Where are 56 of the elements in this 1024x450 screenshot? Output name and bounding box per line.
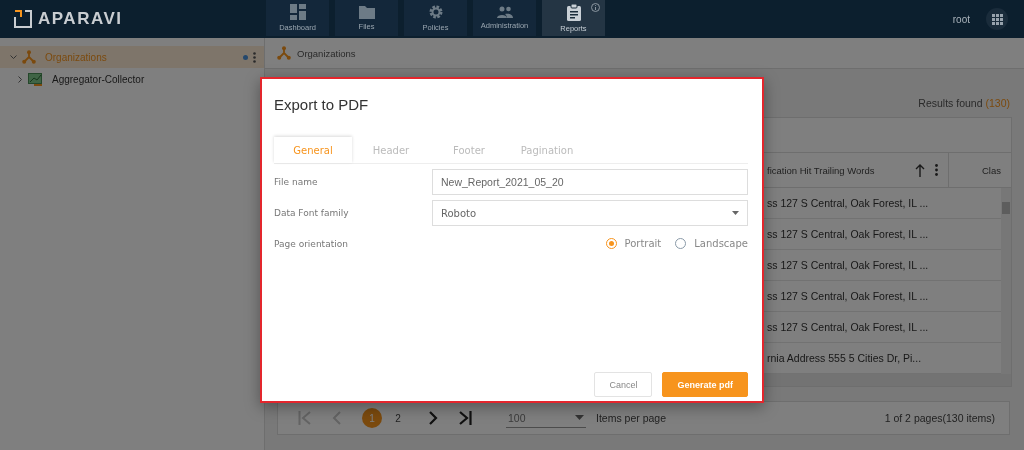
table-cell: ss 127 S Central, Oak Forest, IL ... [767, 290, 929, 302]
field-label: File name [274, 177, 319, 187]
chevron-down-icon[interactable] [10, 54, 17, 60]
more-icon[interactable] [253, 51, 256, 63]
hierarchy-icon [277, 46, 291, 60]
dialog-title: Export to PDF [274, 96, 370, 113]
tree-item-label: Aggregator-Collector [52, 73, 145, 85]
generate-button[interactable]: Generate pdf [662, 372, 748, 397]
people-icon [495, 6, 514, 18]
table-cell: ss 127 S Central, Oak Forest, IL ... [767, 259, 929, 271]
dashboard-icon [289, 4, 306, 20]
logo-icon [14, 10, 32, 28]
tree-item[interactable]: Aggregator-Collector [18, 68, 264, 90]
vertical-scrollbar[interactable] [1001, 188, 1011, 374]
folder-icon [358, 5, 375, 19]
breadcrumb[interactable]: Organizations [297, 47, 356, 59]
page-summary: 1 of 2 pages(130 items) [884, 412, 995, 424]
dropdown-caret-icon[interactable] [732, 211, 739, 215]
font-select[interactable]: Roboto [432, 200, 748, 226]
field-label: Data Font family [274, 208, 350, 218]
radio-option[interactable]: Portrait [605, 238, 662, 249]
hierarchy-icon [22, 50, 36, 64]
next-page-icon[interactable] [428, 410, 438, 426]
dialog-tab[interactable]: General [274, 137, 352, 163]
field-label: Page orientation [274, 238, 349, 249]
clipboard-icon [566, 3, 581, 21]
dialog-tab[interactable]: Pagination [508, 137, 586, 163]
collector-icon [28, 72, 43, 86]
column-header[interactable]: Clas [982, 164, 1001, 176]
column-header[interactable]: fication Hit Trailing Words [767, 164, 875, 176]
dialog-tab[interactable]: Header [352, 137, 430, 163]
page-number[interactable]: 2 [388, 408, 408, 428]
apps-grid-icon[interactable] [986, 8, 1008, 30]
chevron-right-icon[interactable] [18, 75, 23, 83]
last-page-icon[interactable] [458, 410, 472, 426]
radio-option[interactable]: Landscape [675, 238, 748, 249]
tree-item-label: Organizations [45, 51, 107, 63]
dropdown-caret-icon[interactable] [575, 415, 584, 420]
more-icon[interactable] [935, 164, 938, 176]
page-number[interactable]: 1 [362, 408, 382, 428]
status-dot [243, 54, 248, 60]
results-count: Results found (130) [918, 97, 1010, 109]
per-page-label: Items per page [596, 412, 667, 424]
sort-up-icon[interactable] [915, 163, 925, 177]
user-name[interactable]: root [952, 13, 970, 25]
file-name-field[interactable]: New_Report_2021_05_20 [432, 169, 748, 195]
table-cell: ss 127 S Central, Oak Forest, IL ... [767, 197, 929, 209]
info-icon[interactable] [591, 3, 600, 12]
gear-icon [427, 4, 444, 20]
table-cell: ss 127 S Central, Oak Forest, IL ... [767, 321, 929, 333]
brand-name: APARAVI [38, 9, 123, 29]
per-page-select[interactable]: 100 [506, 408, 586, 428]
dialog-tab[interactable]: Footer [430, 137, 508, 163]
cancel-button[interactable]: Cancel [594, 372, 653, 397]
table-cell: rnia Address 555 5 Cities Dr, Pi... [767, 352, 922, 364]
table-cell: ss 127 S Central, Oak Forest, IL ... [767, 228, 929, 240]
